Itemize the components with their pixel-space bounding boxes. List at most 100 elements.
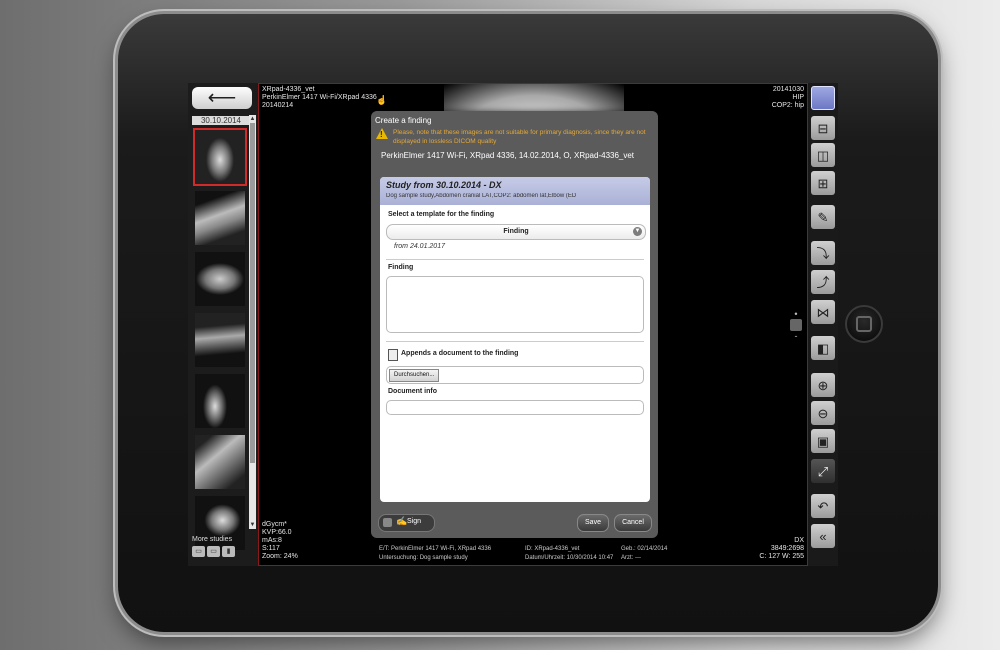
- invert-button[interactable]: ◧: [811, 336, 835, 360]
- overlay-top-left: XRpad-4336_vet PerkinElmer 1417 Wi-Fi/XR…: [262, 86, 377, 109]
- thumbnail-scrollbar[interactable]: ▲ ▼: [249, 115, 256, 529]
- fullscreen-button[interactable]: ⤢: [811, 459, 835, 483]
- layout-2x2-button[interactable]: ⊞: [811, 171, 835, 195]
- fit-icon: ▣: [816, 433, 830, 449]
- study-subtitle: Dog sample study,Abdomen cranial LAT,COP…: [386, 193, 577, 199]
- layout-1x1-button[interactable]: [811, 86, 835, 110]
- thumbnail-tarsus[interactable]: [193, 494, 247, 552]
- template-label: Select a template for the finding: [388, 211, 495, 218]
- scrollbar-thumb[interactable]: [250, 123, 255, 463]
- study-icon[interactable]: ▭: [207, 546, 220, 557]
- sign-toggle[interactable]: ✍ Sign: [378, 514, 435, 532]
- cursor-icon: ☝: [376, 95, 388, 105]
- study-header: Study from 30.10.2014 - DX Dog sample st…: [380, 177, 650, 205]
- pen-icon: ✎: [817, 209, 829, 225]
- slider-handle[interactable]: [790, 319, 802, 331]
- pen-icon: ✍: [396, 516, 408, 526]
- xray-thumbnail-image: [195, 435, 245, 489]
- study-info-bar: E/T: PerkinElmer 1417 Wi-Fi, XRpad 4336 …: [379, 546, 711, 561]
- home-button[interactable]: [845, 305, 883, 343]
- pen-button[interactable]: ✎: [811, 205, 835, 229]
- append-document-label: Appends a document to the finding: [401, 350, 519, 357]
- undo-icon: ↶: [817, 498, 829, 514]
- thumbnail-elbow[interactable]: [193, 433, 247, 491]
- document-info-label: Document info: [388, 388, 437, 395]
- scroll-up-icon[interactable]: ▲: [249, 115, 256, 123]
- overlay-bottom-right: DX 3849:2698 C: 127 W: 255: [759, 537, 804, 560]
- info-birthdate: Geb.: 02/14/2014: [621, 546, 668, 552]
- info-study: Untersuchung: Dog sample study: [379, 555, 468, 561]
- xray-thumbnail-image: [195, 313, 245, 367]
- app-screen: ⟵ 30.10.2014 ▲ ▼ More studies ▭ ▭ ▮ XRpa…: [188, 83, 838, 566]
- rotate-90-icon: ⤵: [816, 245, 830, 261]
- study-icon[interactable]: ▭: [192, 546, 205, 557]
- frame-slider[interactable]: • -: [789, 309, 803, 341]
- dialog-title: Create a finding: [375, 116, 432, 125]
- undo-button[interactable]: ↶: [811, 494, 835, 518]
- scroll-down-icon[interactable]: ▼: [249, 521, 256, 529]
- file-input[interactable]: Durchsuchen...: [386, 366, 644, 384]
- layout-2x2-icon: ⊞: [817, 175, 829, 191]
- sign-label: Sign: [407, 518, 422, 525]
- warning-banner: Please, note that these images are not s…: [376, 128, 653, 146]
- finding-textarea[interactable]: [386, 276, 644, 333]
- invert-icon: ◧: [816, 340, 830, 356]
- thumbnail-spine[interactable]: [193, 311, 247, 369]
- document-info-input[interactable]: [386, 400, 644, 415]
- thumbnail-spine-lateral[interactable]: [193, 189, 247, 247]
- save-button[interactable]: Save: [577, 514, 609, 532]
- zoom-in-icon: ⊕: [817, 377, 829, 393]
- overlay-top-right: 20141030 HIP COP2: hip: [771, 86, 804, 109]
- xray-thumbnail-image: [195, 191, 245, 245]
- info-id: ID: XRpad-4336_vet: [525, 546, 580, 552]
- xray-thumbnail-image: [195, 252, 245, 306]
- warning-text: Please, note that these images are not s…: [393, 129, 646, 145]
- finding-form: Study from 30.10.2014 - DX Dog sample st…: [380, 177, 650, 502]
- thumbnail-hip[interactable]: [193, 128, 247, 186]
- cancel-button[interactable]: Cancel: [614, 514, 652, 532]
- thumbnail-list: [193, 128, 247, 555]
- divider: [386, 259, 644, 260]
- finding-label: Finding: [388, 264, 414, 271]
- xray-thumbnail-image: [195, 374, 245, 428]
- document-icon: [388, 349, 398, 361]
- rotate-90-button[interactable]: ⤵: [811, 241, 835, 265]
- browse-button[interactable]: Durchsuchen...: [389, 369, 440, 382]
- flip-button[interactable]: ⋈: [811, 300, 835, 324]
- rotate-90-ccw-button[interactable]: ⤴: [811, 270, 835, 294]
- sign-checkbox[interactable]: [383, 518, 392, 527]
- study-title: Study from 30.10.2014 - DX: [386, 180, 502, 190]
- template-value: Finding: [503, 228, 529, 235]
- create-finding-dialog: Create a finding Please, note that these…: [371, 111, 658, 538]
- warning-icon: [376, 128, 388, 139]
- divider: [386, 341, 644, 342]
- info-datetime: Datum/Uhrzeit: 10/30/2014 10:47: [525, 555, 614, 561]
- patient-line: PerkinElmer 1417 Wi-Fi, XRpad 4336, 14.0…: [381, 151, 635, 160]
- flip-icon: ⋈: [816, 304, 830, 320]
- template-date: from 24.01.2017: [394, 243, 445, 250]
- layout-2h-icon: ⊟: [817, 120, 829, 136]
- collapse-button[interactable]: «: [811, 524, 835, 548]
- layout-2v-button[interactable]: ◫: [811, 143, 835, 167]
- template-select[interactable]: Finding ▼: [386, 224, 646, 240]
- zoom-out-button[interactable]: ⊖: [811, 401, 835, 425]
- info-physician: Arzt: ---: [621, 555, 641, 561]
- overlay-bottom-left: dGycm* KVP:66.0 mAs:8 S:117 Zoom: 24%: [262, 521, 298, 560]
- chevron-down-icon: ▼: [633, 227, 642, 236]
- rotate-90-ccw-icon: ⤴: [816, 274, 830, 290]
- back-button[interactable]: ⟵: [192, 87, 252, 109]
- study-icon[interactable]: ▮: [222, 546, 235, 557]
- fit-button[interactable]: ▣: [811, 429, 835, 453]
- xray-thumbnail-image: [195, 130, 245, 184]
- thumbnail-abdomen[interactable]: [193, 250, 247, 308]
- zoom-in-button[interactable]: ⊕: [811, 373, 835, 397]
- collapse-icon: «: [819, 528, 827, 544]
- fullscreen-icon: ⤢: [817, 463, 829, 479]
- left-arrow-icon: ⟵: [207, 87, 237, 109]
- right-toolbar: ⊟ ◫ ⊞ ✎ ⤵ ⤴ ⋈ ◧ ⊕ ⊖ ▣ ⤢ ↶ «: [808, 83, 838, 566]
- more-studies-label: More studies: [192, 536, 233, 543]
- thumbnail-knee-marked[interactable]: [193, 372, 247, 430]
- layout-2h-button[interactable]: ⊟: [811, 116, 835, 140]
- dialog-footer: ✍ Sign Save Cancel: [371, 508, 658, 538]
- info-device: E/T: PerkinElmer 1417 Wi-Fi, XRpad 4336: [379, 546, 492, 552]
